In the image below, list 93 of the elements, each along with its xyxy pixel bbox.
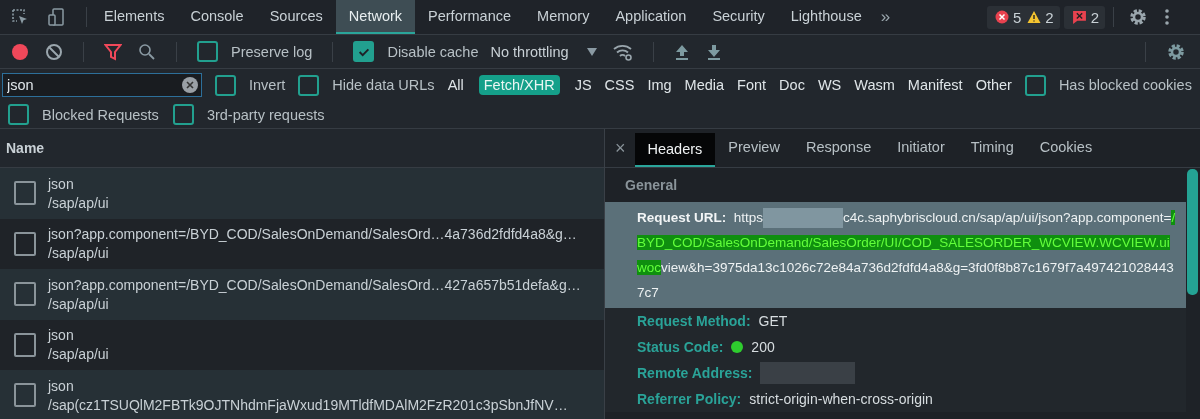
header-label: Remote Address: bbox=[637, 365, 753, 381]
more-tabs-button[interactable]: » bbox=[880, 7, 891, 27]
filter-field[interactable]: json bbox=[2, 73, 202, 97]
download-icon[interactable] bbox=[705, 43, 722, 60]
panel-tab[interactable]: Performance bbox=[415, 0, 525, 34]
checkbox-label: Blocked Requests bbox=[42, 106, 159, 123]
request-path: /sap/ap/ui bbox=[48, 245, 110, 262]
request-name: json bbox=[48, 327, 75, 344]
header-value: GET bbox=[758, 313, 788, 329]
header-label: Request Method: bbox=[637, 313, 751, 329]
issue-count: 2 bbox=[1090, 8, 1099, 26]
throttling-dropdown[interactable]: No throttling bbox=[490, 43, 597, 60]
search-icon[interactable] bbox=[138, 42, 156, 61]
wifi-settings-icon[interactable] bbox=[612, 42, 633, 61]
close-button[interactable]: × bbox=[613, 129, 635, 167]
checkbox-label: Disable cache bbox=[387, 43, 479, 60]
type-filter-button[interactable]: Font bbox=[733, 75, 771, 95]
detail-tab[interactable]: Headers bbox=[634, 133, 716, 167]
checkbox-label: Preserve log bbox=[231, 43, 313, 60]
type-filter-button[interactable]: All bbox=[443, 75, 468, 95]
upload-icon[interactable] bbox=[673, 43, 690, 60]
type-filter-button[interactable]: JS bbox=[570, 75, 596, 95]
detail-tab[interactable]: Response bbox=[792, 129, 885, 167]
console-counter[interactable]: 5 2 bbox=[986, 5, 1060, 29]
error-icon bbox=[994, 10, 1009, 24]
header-label: Status Code: bbox=[637, 339, 724, 355]
type-filter-button[interactable]: CSS bbox=[600, 75, 639, 95]
panel-tab[interactable]: Console bbox=[177, 0, 257, 34]
panel-tab[interactable]: Network bbox=[335, 0, 416, 34]
panel-tab[interactable]: Sources bbox=[256, 0, 336, 34]
panel-tab[interactable]: Lighthouse bbox=[777, 0, 875, 34]
request-path: /sap/ap/ui bbox=[48, 346, 109, 363]
warning-count: 2 bbox=[1045, 8, 1054, 26]
file-icon bbox=[14, 181, 36, 206]
header-value: strict-origin-when-cross-origin bbox=[749, 391, 933, 407]
request-path: /sap/ap/ui bbox=[48, 295, 110, 312]
more-options-icon[interactable] bbox=[1164, 7, 1170, 27]
type-filter-button[interactable]: Manifest bbox=[903, 75, 967, 95]
clear-icon[interactable] bbox=[182, 77, 198, 93]
settings-icon[interactable] bbox=[1128, 7, 1148, 27]
detail-tab[interactable]: Initiator bbox=[884, 129, 958, 167]
request-row[interactable]: json /sap/ap/ui bbox=[0, 168, 604, 219]
scrollbar[interactable] bbox=[1187, 169, 1198, 295]
warning-icon bbox=[1027, 10, 1042, 24]
request-name: json bbox=[48, 377, 75, 394]
file-icon bbox=[14, 282, 36, 307]
file-icon bbox=[14, 332, 36, 357]
hide-data-urls-checkbox[interactable] bbox=[298, 74, 320, 96]
request-name: json?app.component=/BYD_COD/SalesOnDemand/SalesOrd…427a657b51defa&g… bbox=[48, 276, 581, 293]
caret-icon bbox=[586, 47, 597, 56]
request-name: json bbox=[48, 175, 75, 192]
invert-checkbox[interactable] bbox=[215, 74, 236, 96]
request-path: /sap/ap/ui bbox=[48, 194, 109, 211]
checkbox-label: 3rd-party requests bbox=[206, 106, 325, 123]
type-filter-button[interactable]: Other bbox=[971, 75, 1016, 95]
panel-tab[interactable]: Elements bbox=[91, 0, 178, 34]
request-name: json?app.component=/BYD_COD/SalesOnDemand/SalesOrd…4a736d2fdfd4a8&g… bbox=[48, 226, 577, 243]
detail-tab[interactable]: Cookies bbox=[1026, 129, 1106, 167]
preserve-log-checkbox[interactable] bbox=[197, 41, 218, 62]
settings-icon[interactable] bbox=[1166, 41, 1186, 62]
third-party-checkbox[interactable] bbox=[172, 104, 194, 125]
record-icon[interactable] bbox=[11, 42, 29, 61]
type-filter-button[interactable]: Doc bbox=[775, 75, 809, 95]
panel-tab[interactable]: Security bbox=[699, 0, 778, 34]
header-label: Referrer Policy: bbox=[637, 391, 742, 407]
type-filter-button[interactable]: WS bbox=[813, 75, 846, 95]
checkbox-label: Hide data URLs bbox=[332, 77, 435, 93]
detail-tab[interactable]: Preview bbox=[715, 129, 793, 167]
blocked-requests-checkbox[interactable] bbox=[8, 104, 29, 125]
checkbox-label: Has blocked cookies bbox=[1058, 77, 1192, 93]
type-filter-button[interactable]: Media bbox=[680, 75, 729, 95]
disable-cache-checkbox[interactable] bbox=[353, 41, 375, 62]
request-path: /sap(cz1TSUQlM2FBTk9OJTNhdmFjaWxud19MTldfMDAlM2FzR201c3pSbnJfNV… bbox=[48, 396, 568, 413]
clear-icon[interactable] bbox=[45, 42, 63, 61]
filter-icon[interactable] bbox=[104, 42, 122, 61]
issues-counter[interactable]: 2 bbox=[1063, 5, 1105, 29]
column-header[interactable]: Name bbox=[6, 140, 45, 156]
type-filter-button[interactable]: Wasm bbox=[850, 75, 899, 95]
panel-tab[interactable]: Application bbox=[602, 0, 700, 34]
request-row[interactable]: json?app.component=/BYD_COD/SalesOnDemand/SalesOrd…427a657b51defa&g… /sap/ap/ui bbox=[0, 269, 604, 320]
device-icon[interactable] bbox=[46, 7, 66, 27]
section-title[interactable]: General bbox=[625, 177, 678, 193]
file-icon bbox=[14, 231, 36, 256]
blocked-cookies-checkbox[interactable] bbox=[1024, 74, 1046, 96]
panel-tab[interactable]: Memory bbox=[524, 0, 603, 34]
file-icon bbox=[14, 383, 36, 408]
error-count: 5 bbox=[1012, 8, 1022, 26]
issue-flag-icon bbox=[1071, 9, 1087, 25]
request-row[interactable]: json /sap(cz1TSUQlM2FBTk9OJTNhdmFjaWxud19MTldfMDAlM2FzR201c3pSbnJfNV… bbox=[0, 370, 604, 419]
detail-tab[interactable]: Timing bbox=[957, 129, 1027, 167]
header-value: 200 bbox=[751, 339, 775, 355]
checkbox-label: Invert bbox=[249, 77, 286, 93]
type-filter-button[interactable]: Img bbox=[643, 75, 676, 95]
